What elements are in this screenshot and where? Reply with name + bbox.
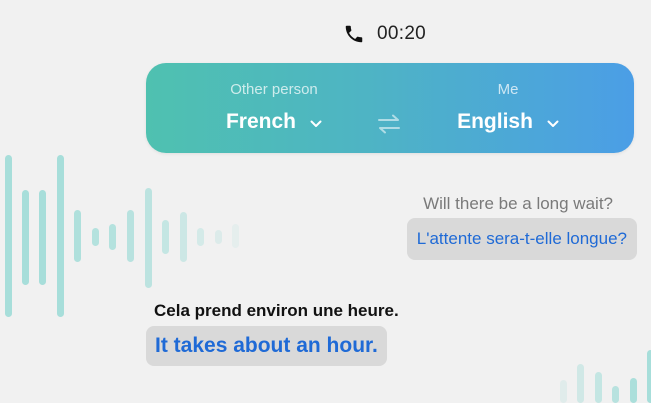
waveform-bar bbox=[109, 224, 116, 250]
waveform-bar bbox=[647, 350, 651, 403]
waveform-bar bbox=[232, 224, 239, 248]
waveform-bar bbox=[57, 155, 64, 317]
waveform-bar bbox=[612, 386, 619, 403]
waveform-bar bbox=[5, 155, 12, 317]
waveform-bar bbox=[162, 220, 169, 254]
waveform-bar bbox=[180, 212, 187, 262]
waveform-bar bbox=[595, 372, 602, 403]
call-status: 00:20 bbox=[343, 20, 426, 48]
waveform-bar bbox=[22, 190, 29, 285]
my-translation-bubble: It takes about an hour. bbox=[146, 326, 387, 366]
my-language-label: English bbox=[457, 110, 533, 133]
waveform-bar bbox=[74, 210, 81, 262]
waveform-bar bbox=[92, 228, 99, 246]
waveform-bar bbox=[145, 188, 152, 288]
other-person-original-message: Will there be a long wait? bbox=[423, 194, 613, 213]
phone-icon bbox=[343, 23, 365, 45]
waveform-bar bbox=[560, 380, 567, 403]
chevron-down-icon bbox=[310, 110, 322, 134]
call-timer: 00:20 bbox=[377, 23, 427, 44]
waveform-bar bbox=[215, 230, 222, 244]
swap-languages-button[interactable] bbox=[376, 112, 402, 141]
waveform-bar bbox=[197, 228, 204, 246]
swap-arrows-icon bbox=[376, 114, 402, 140]
other-person-translation-bubble: L'attente sera-t-elle longue? bbox=[406, 218, 637, 260]
waveform-bar bbox=[127, 210, 134, 262]
my-original-message: Cela prend environ une heure. bbox=[154, 301, 399, 320]
my-translation-text: It takes about an hour. bbox=[155, 334, 378, 357]
waveform-bar bbox=[39, 190, 46, 285]
other-person-translation-text: L'attente sera-t-elle longue? bbox=[416, 229, 627, 248]
waveform-bar bbox=[577, 364, 584, 403]
waveform-bar bbox=[630, 378, 637, 403]
